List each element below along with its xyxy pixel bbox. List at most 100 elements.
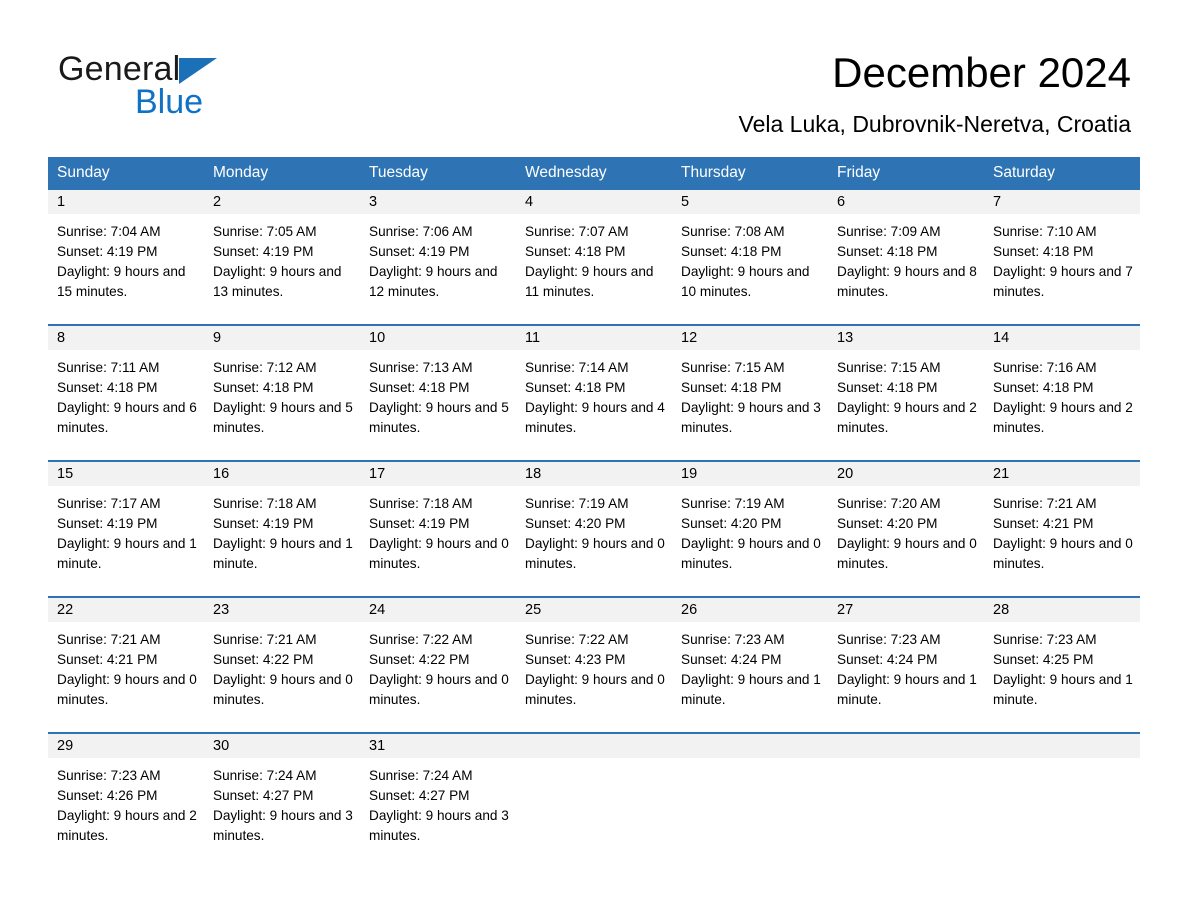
day-number[interactable]: 9 [204,326,360,350]
day-cell[interactable]: Sunrise: 7:24 AM Sunset: 4:27 PM Dayligh… [360,758,516,868]
day-number[interactable]: 28 [984,598,1140,622]
day-number[interactable]: 17 [360,462,516,486]
day-number[interactable]: 2 [204,190,360,214]
day-cell[interactable]: Sunrise: 7:09 AM Sunset: 4:18 PM Dayligh… [828,214,984,324]
day-cell[interactable]: Sunrise: 7:05 AM Sunset: 4:19 PM Dayligh… [204,214,360,324]
sunrise-text: Sunrise: 7:22 AM [369,632,473,647]
day-number[interactable]: 4 [516,190,672,214]
sunset-text: Sunset: 4:19 PM [57,516,158,531]
sunset-text: Sunset: 4:18 PM [681,244,782,259]
week-content-row: Sunrise: 7:04 AM Sunset: 4:19 PM Dayligh… [48,214,1140,324]
day-cell[interactable]: Sunrise: 7:23 AM Sunset: 4:24 PM Dayligh… [828,622,984,732]
day-cell[interactable]: Sunrise: 7:24 AM Sunset: 4:27 PM Dayligh… [204,758,360,868]
day-number[interactable]: 16 [204,462,360,486]
day-number[interactable]: 21 [984,462,1140,486]
day-number[interactable]: 22 [48,598,204,622]
day-cell[interactable]: Sunrise: 7:22 AM Sunset: 4:22 PM Dayligh… [360,622,516,732]
day-cell[interactable]: Sunrise: 7:17 AM Sunset: 4:19 PM Dayligh… [48,486,204,596]
day-number[interactable]: 7 [984,190,1140,214]
daylight-text: Daylight: 9 hours and 1 minute. [681,672,821,707]
day-cell[interactable]: Sunrise: 7:22 AM Sunset: 4:23 PM Dayligh… [516,622,672,732]
day-cell[interactable]: Sunrise: 7:18 AM Sunset: 4:19 PM Dayligh… [360,486,516,596]
day-number[interactable]: 18 [516,462,672,486]
day-cell[interactable]: Sunrise: 7:20 AM Sunset: 4:20 PM Dayligh… [828,486,984,596]
day-cell[interactable]: Sunrise: 7:08 AM Sunset: 4:18 PM Dayligh… [672,214,828,324]
day-cell[interactable]: Sunrise: 7:11 AM Sunset: 4:18 PM Dayligh… [48,350,204,460]
daylight-text: Daylight: 9 hours and 4 minutes. [525,400,665,435]
sunset-text: Sunset: 4:26 PM [57,788,158,803]
day-number[interactable]: 5 [672,190,828,214]
sunset-text: Sunset: 4:18 PM [837,380,938,395]
day-number[interactable]: 27 [828,598,984,622]
day-cell[interactable]: Sunrise: 7:06 AM Sunset: 4:19 PM Dayligh… [360,214,516,324]
sunrise-text: Sunrise: 7:10 AM [993,224,1097,239]
sunrise-text: Sunrise: 7:23 AM [681,632,785,647]
day-cell[interactable]: Sunrise: 7:19 AM Sunset: 4:20 PM Dayligh… [672,486,828,596]
day-cell[interactable]: Sunrise: 7:07 AM Sunset: 4:18 PM Dayligh… [516,214,672,324]
logo-text-general: General [58,50,358,88]
day-number[interactable]: 24 [360,598,516,622]
day-cell[interactable]: Sunrise: 7:15 AM Sunset: 4:18 PM Dayligh… [672,350,828,460]
day-cell[interactable]: Sunrise: 7:21 AM Sunset: 4:21 PM Dayligh… [984,486,1140,596]
sunrise-text: Sunrise: 7:06 AM [369,224,473,239]
day-cell-empty [672,758,828,868]
sunset-text: Sunset: 4:20 PM [525,516,626,531]
daylight-text: Daylight: 9 hours and 0 minutes. [525,536,665,571]
sunrise-text: Sunrise: 7:08 AM [681,224,785,239]
sunset-text: Sunset: 4:22 PM [213,652,314,667]
day-cell[interactable]: Sunrise: 7:12 AM Sunset: 4:18 PM Dayligh… [204,350,360,460]
day-cell-empty [828,758,984,868]
day-number[interactable]: 8 [48,326,204,350]
day-number[interactable]: 31 [360,734,516,758]
day-cell[interactable]: Sunrise: 7:23 AM Sunset: 4:25 PM Dayligh… [984,622,1140,732]
sunset-text: Sunset: 4:25 PM [993,652,1094,667]
day-number[interactable]: 25 [516,598,672,622]
sunset-text: Sunset: 4:18 PM [525,244,626,259]
day-number[interactable]: 13 [828,326,984,350]
day-cell[interactable]: Sunrise: 7:15 AM Sunset: 4:18 PM Dayligh… [828,350,984,460]
day-cell[interactable]: Sunrise: 7:13 AM Sunset: 4:18 PM Dayligh… [360,350,516,460]
sunrise-text: Sunrise: 7:15 AM [681,360,785,375]
week-row: 22 23 24 25 26 27 28 Sunrise: 7:21 AM Su… [48,596,1140,732]
sunset-text: Sunset: 4:21 PM [993,516,1094,531]
week-daynum-strip: 8 9 10 11 12 13 14 [48,326,1140,350]
day-number[interactable]: 30 [204,734,360,758]
day-number-empty [516,734,672,758]
sunrise-text: Sunrise: 7:21 AM [993,496,1097,511]
day-number[interactable]: 12 [672,326,828,350]
day-cell[interactable]: Sunrise: 7:19 AM Sunset: 4:20 PM Dayligh… [516,486,672,596]
day-number[interactable]: 29 [48,734,204,758]
day-number[interactable]: 15 [48,462,204,486]
sunset-text: Sunset: 4:21 PM [57,652,158,667]
day-number[interactable]: 14 [984,326,1140,350]
day-cell[interactable]: Sunrise: 7:23 AM Sunset: 4:26 PM Dayligh… [48,758,204,868]
sunrise-text: Sunrise: 7:17 AM [57,496,161,511]
generalblue-logo[interactable]: General Blue [58,50,358,130]
daylight-text: Daylight: 9 hours and 1 minute. [57,536,197,571]
day-number[interactable]: 19 [672,462,828,486]
day-number[interactable]: 26 [672,598,828,622]
day-cell[interactable]: Sunrise: 7:23 AM Sunset: 4:24 PM Dayligh… [672,622,828,732]
day-number-empty [828,734,984,758]
day-cell[interactable]: Sunrise: 7:16 AM Sunset: 4:18 PM Dayligh… [984,350,1140,460]
day-number[interactable]: 11 [516,326,672,350]
day-cell[interactable]: Sunrise: 7:21 AM Sunset: 4:21 PM Dayligh… [48,622,204,732]
day-number[interactable]: 10 [360,326,516,350]
day-number[interactable]: 1 [48,190,204,214]
day-number[interactable]: 3 [360,190,516,214]
week-row: 1 2 3 4 5 6 7 Sunrise: 7:04 AM Sunset: 4… [48,188,1140,324]
day-cell-empty [984,758,1140,868]
day-cell[interactable]: Sunrise: 7:18 AM Sunset: 4:19 PM Dayligh… [204,486,360,596]
day-number[interactable]: 23 [204,598,360,622]
day-cell[interactable]: Sunrise: 7:04 AM Sunset: 4:19 PM Dayligh… [48,214,204,324]
day-number[interactable]: 20 [828,462,984,486]
day-number[interactable]: 6 [828,190,984,214]
day-cell[interactable]: Sunrise: 7:14 AM Sunset: 4:18 PM Dayligh… [516,350,672,460]
daylight-text: Daylight: 9 hours and 3 minutes. [213,808,353,843]
day-cell[interactable]: Sunrise: 7:21 AM Sunset: 4:22 PM Dayligh… [204,622,360,732]
sunset-text: Sunset: 4:24 PM [681,652,782,667]
sunset-text: Sunset: 4:18 PM [57,380,158,395]
day-cell[interactable]: Sunrise: 7:10 AM Sunset: 4:18 PM Dayligh… [984,214,1140,324]
daylight-text: Daylight: 9 hours and 5 minutes. [369,400,509,435]
sunset-text: Sunset: 4:19 PM [57,244,158,259]
